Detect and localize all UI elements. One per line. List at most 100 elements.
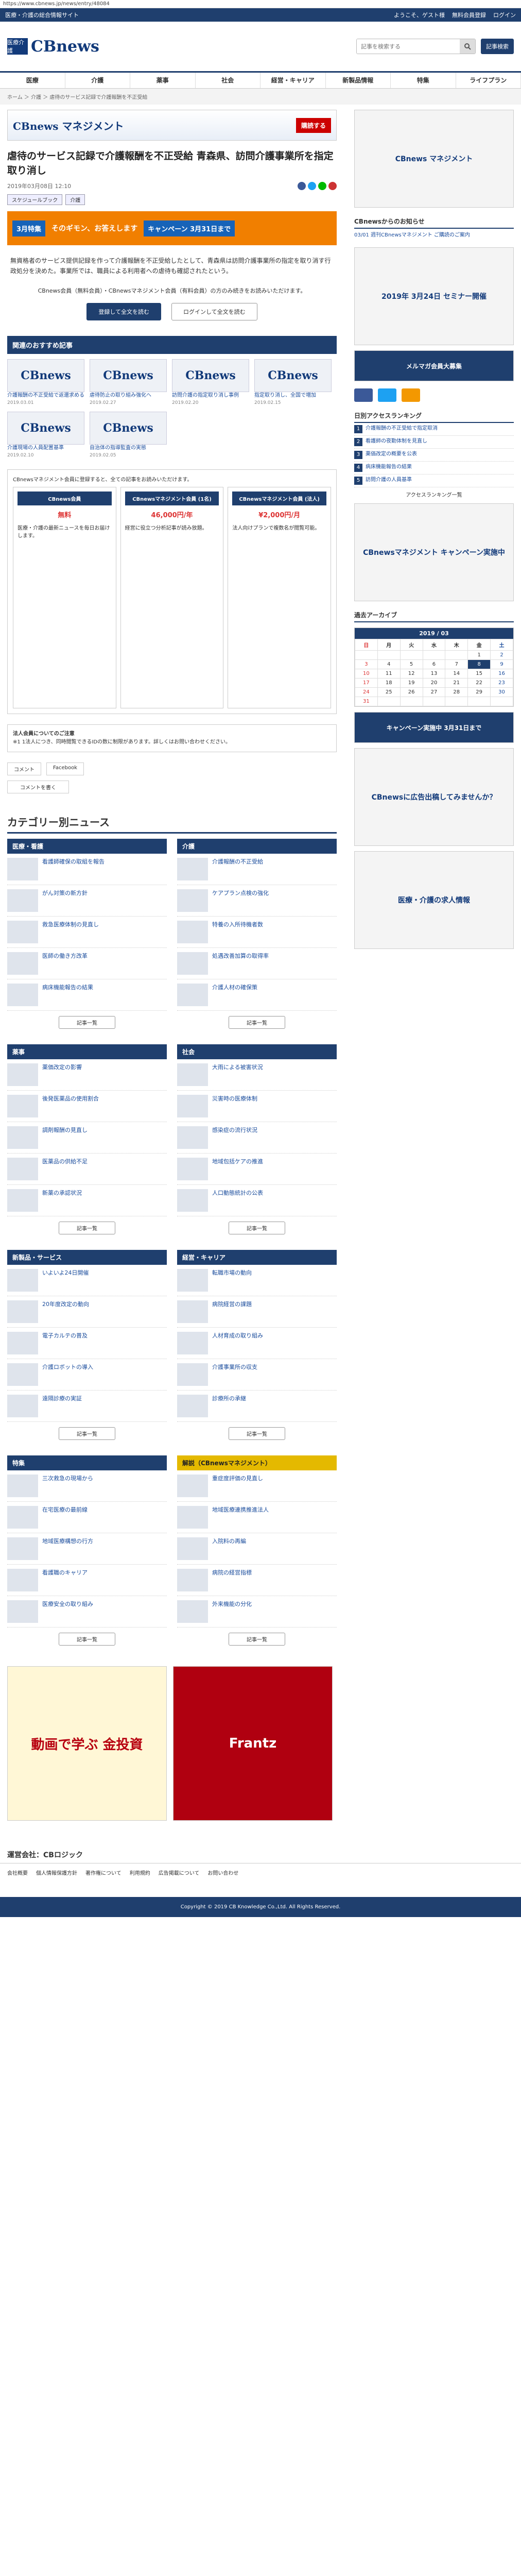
category-item[interactable]: 薬価改定の影響	[7, 1059, 167, 1091]
logo[interactable]: 医療介護 CBnews	[7, 38, 99, 56]
search-button[interactable]	[460, 39, 475, 54]
footer-link[interactable]: 会社概要	[7, 1869, 28, 1876]
category-item[interactable]: 医療安全の取り組み	[7, 1596, 167, 1628]
calendar-day[interactable]: 11	[377, 669, 401, 679]
calendar-day[interactable]: 20	[422, 678, 446, 688]
category-item[interactable]: 災害時の医療体制	[177, 1091, 337, 1122]
category-title[interactable]: 新製品・サービス	[7, 1250, 167, 1265]
category-more-button[interactable]: 記事一覧	[229, 1427, 285, 1440]
category-more-button[interactable]: 記事一覧	[229, 1016, 285, 1029]
category-item[interactable]: 重症度評価の見直し	[177, 1470, 337, 1502]
calendar-day[interactable]: 25	[377, 687, 401, 697]
ranking-item[interactable]: 1 介護報酬の不正受給で指定取消	[354, 423, 514, 436]
footer-link[interactable]: 著作権について	[85, 1869, 121, 1876]
sidebar-ad-mailmag[interactable]: メルマガ会員大募集	[354, 350, 514, 381]
category-item[interactable]: 医師の働き方改革	[7, 948, 167, 979]
calendar-day[interactable]: 26	[400, 687, 423, 697]
ranking-more-link[interactable]: アクセスランキング一覧	[354, 490, 514, 498]
calendar-day[interactable]: 29	[467, 687, 491, 697]
ranking-item[interactable]: 5 訪問介護の人員基準	[354, 474, 514, 487]
sidebar-ad-campaign[interactable]: CBnewsマネジメント キャンペーン実施中	[354, 503, 514, 601]
calendar-day[interactable]: 31	[355, 697, 378, 706]
nav-item[interactable]: 特集	[391, 73, 456, 88]
category-item[interactable]: 20年度改定の動向	[7, 1296, 167, 1328]
subscribe-button[interactable]: 購読する	[296, 117, 331, 133]
related-item[interactable]: CBnews 自治体の指導監査の実態 2019.02.05	[90, 412, 167, 459]
facebook-icon[interactable]	[298, 182, 306, 190]
calendar-day[interactable]: 13	[422, 669, 446, 679]
category-more-button[interactable]: 記事一覧	[59, 1427, 115, 1440]
category-item[interactable]: がん対策の新方針	[7, 885, 167, 917]
category-title[interactable]: 医療・看護	[7, 839, 167, 854]
related-item[interactable]: CBnews 介護報酬の不正受給で返還求める 2019.03.01	[7, 359, 84, 406]
related-item[interactable]: CBnews 指定取り消し、全国で増加 2019.02.15	[254, 359, 332, 406]
line-icon[interactable]	[318, 182, 326, 190]
feature-banner[interactable]: 3月特集 そのギモン、お答えします キャンペーン 3月31日まで	[7, 211, 337, 245]
category-more-button[interactable]: 記事一覧	[229, 1222, 285, 1234]
category-item[interactable]: 入院料の再編	[177, 1533, 337, 1565]
ranking-item[interactable]: 2 看護師の夜勤体制を見直し	[354, 436, 514, 449]
category-item[interactable]: 地域医療連携推進法人	[177, 1502, 337, 1533]
post-comment-button[interactable]: コメントを書く	[7, 781, 69, 793]
twitter-icon[interactable]	[308, 182, 316, 190]
category-item[interactable]: 後発医薬品の使用割合	[7, 1091, 167, 1122]
category-item[interactable]: 地域医療構想の行方	[7, 1533, 167, 1565]
category-item[interactable]: 救急医療体制の見直し	[7, 917, 167, 948]
category-title[interactable]: 経営・キャリア	[177, 1250, 337, 1265]
hatena-icon[interactable]	[328, 182, 337, 190]
calendar-day[interactable]: 16	[490, 669, 513, 679]
category-item[interactable]: 三次救急の現場から	[7, 1470, 167, 1502]
category-item[interactable]: 遠隔診療の実証	[7, 1391, 167, 1422]
category-item[interactable]: 在宅医療の最前線	[7, 1502, 167, 1533]
category-title[interactable]: 社会	[177, 1044, 337, 1059]
category-item[interactable]: 介護事業所の収支	[177, 1359, 337, 1391]
rss-icon[interactable]	[402, 388, 420, 402]
footer-link[interactable]: お問い合わせ	[207, 1869, 238, 1876]
category-item[interactable]: 大雨による被害状況	[177, 1059, 337, 1091]
category-more-button[interactable]: 記事一覧	[229, 1633, 285, 1646]
category-title[interactable]: 解説（CBnewsマネジメント）	[177, 1455, 337, 1470]
tag[interactable]: スケジュールブック	[7, 194, 63, 205]
nav-item[interactable]: 新製品情報	[326, 73, 391, 88]
calendar-day[interactable]: 15	[467, 669, 491, 679]
register-read-button[interactable]: 登録して全文を読む	[86, 303, 161, 320]
calendar-day[interactable]: 18	[377, 678, 401, 688]
calendar-day[interactable]: 6	[422, 659, 446, 669]
category-item[interactable]: 転職市場の動向	[177, 1265, 337, 1296]
category-item[interactable]: 新薬の承認状況	[7, 1185, 167, 1216]
nav-item[interactable]: 医療	[0, 73, 65, 88]
calendar-day[interactable]: 21	[445, 678, 468, 688]
calendar-day[interactable]: 22	[467, 678, 491, 688]
category-item[interactable]: 特養の入所待機者数	[177, 917, 337, 948]
category-item[interactable]: 診療所の承継	[177, 1391, 337, 1422]
category-item[interactable]: 感染症の流行状況	[177, 1122, 337, 1154]
facebook-icon[interactable]	[354, 388, 373, 402]
category-item[interactable]: 外来機能の分化	[177, 1596, 337, 1628]
related-item[interactable]: CBnews 訪問介護の指定取り消し事例 2019.02.20	[172, 359, 249, 406]
nav-item[interactable]: 介護	[65, 73, 130, 88]
category-more-button[interactable]: 記事一覧	[59, 1633, 115, 1646]
category-item[interactable]: ケアプラン点検の強化	[177, 885, 337, 917]
calendar-day[interactable]: 8	[467, 659, 491, 669]
url-bar[interactable]: https://www.cbnews.jp/news/entry/48084	[0, 0, 521, 8]
twitter-icon[interactable]	[378, 388, 396, 402]
footer-link[interactable]: 個人情報保護方針	[36, 1869, 77, 1876]
sidebar-news-item[interactable]: 03/01 週刊CBnewsマネジメント ご購読のご案内	[354, 229, 514, 242]
category-item[interactable]: 病床機能報告の結果	[7, 979, 167, 1011]
frantz-ad[interactable]: Frantz	[173, 1666, 333, 1821]
category-item[interactable]: 医薬品の供給不足	[7, 1154, 167, 1185]
category-item[interactable]: 介護人材の確保策	[177, 979, 337, 1011]
nav-item[interactable]: 社会	[196, 73, 260, 88]
trial-link[interactable]: 無料会員登録	[452, 11, 486, 19]
calendar-day[interactable]: 4	[377, 659, 401, 669]
category-more-button[interactable]: 記事一覧	[59, 1222, 115, 1234]
category-more-button[interactable]: 記事一覧	[59, 1016, 115, 1029]
sidebar-ad-campaign2[interactable]: キャンペーン実施中 3月31日まで	[354, 712, 514, 743]
related-item[interactable]: CBnews 介護現場の人員配置基準 2019.02.10	[7, 412, 84, 459]
calendar-day[interactable]: 12	[400, 669, 423, 679]
related-item[interactable]: CBnews 虐待防止の取り組み強化へ 2019.02.27	[90, 359, 167, 406]
category-item[interactable]: 調剤報酬の見直し	[7, 1122, 167, 1154]
category-item[interactable]: 介護ロボットの導入	[7, 1359, 167, 1391]
calendar-day[interactable]: 23	[490, 678, 513, 688]
comment-tab[interactable]: コメント	[7, 762, 41, 775]
